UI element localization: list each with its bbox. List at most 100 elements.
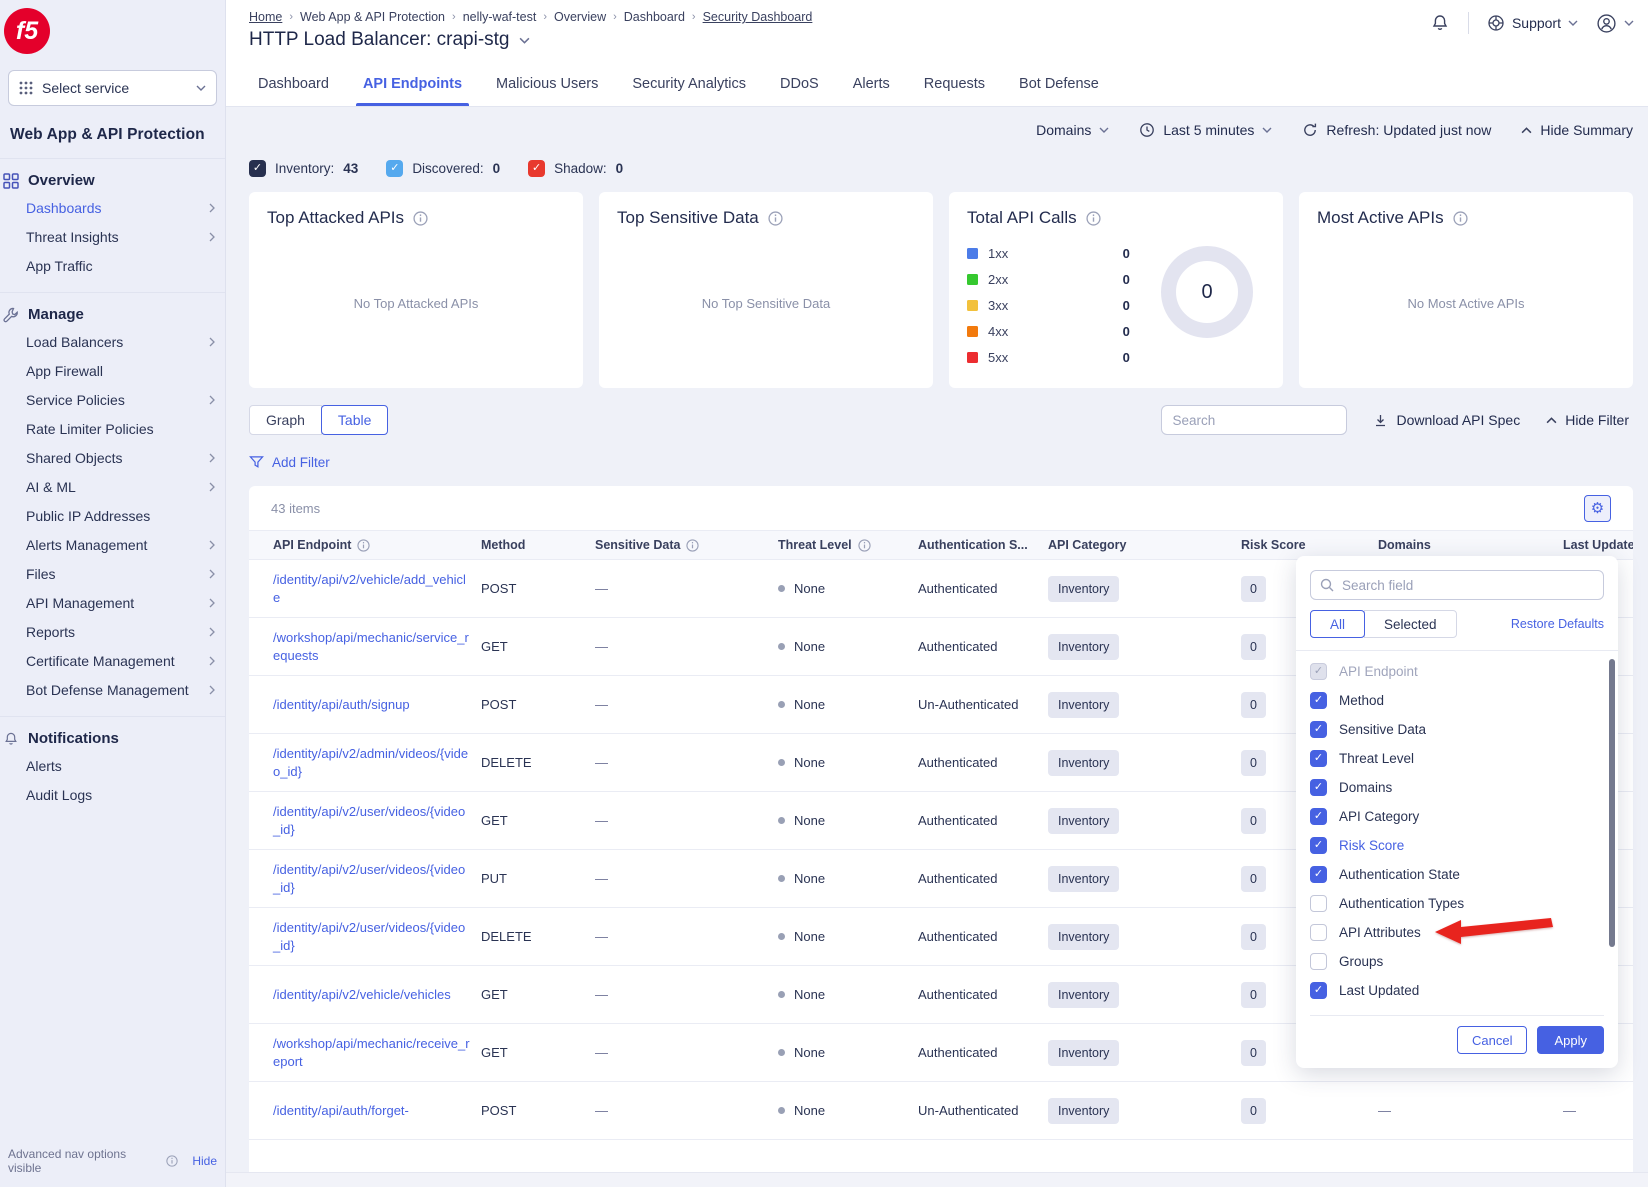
api-endpoint-link[interactable]: /identity/api/auth/signup [273, 696, 410, 713]
column-header-method[interactable]: Method [481, 538, 595, 552]
graph-view-button[interactable]: Graph [249, 405, 322, 435]
column-option-api-category[interactable]: ✓API Category [1296, 802, 1618, 831]
column-option-domains[interactable]: ✓Domains [1296, 773, 1618, 802]
sidebar-item-files[interactable]: Files [0, 559, 225, 588]
checkbox-checked-icon[interactable]: ✓ [1310, 779, 1327, 796]
breadcrumb-item-overview[interactable]: Overview [554, 10, 606, 24]
apply-button[interactable]: Apply [1537, 1026, 1604, 1054]
notifications-bell-icon[interactable] [1430, 13, 1450, 33]
search-input[interactable] [1172, 413, 1336, 428]
filter-shadow[interactable]: ✓Shadow: 0 [528, 160, 623, 177]
info-icon[interactable] [413, 211, 428, 226]
api-endpoint-link[interactable]: /workshop/api/mechanic/service_requests [273, 629, 471, 663]
sidebar-item-shared-objects[interactable]: Shared Objects [0, 443, 225, 472]
filter-all-button[interactable]: All [1310, 610, 1365, 638]
sidebar-item-public-ip-addresses[interactable]: Public IP Addresses [0, 501, 225, 530]
download-api-spec-button[interactable]: Download API Spec [1373, 412, 1520, 428]
filter-discovered[interactable]: ✓Discovered: 0 [386, 160, 500, 177]
select-service-dropdown[interactable]: Select service [8, 70, 217, 106]
checkbox-unchecked-icon[interactable] [1310, 924, 1327, 941]
checkbox-checked-icon[interactable]: ✓ [1310, 692, 1327, 709]
checkbox-checked-icon[interactable]: ✓ [1310, 982, 1327, 999]
info-icon[interactable] [1086, 211, 1101, 226]
column-header-sensitive-data[interactable]: Sensitive Data [595, 538, 778, 552]
checkbox-checked-icon[interactable]: ✓ [1310, 721, 1327, 738]
api-endpoint-link[interactable]: /identity/api/v2/vehicle/vehicles [273, 986, 451, 1003]
horizontal-scrollbar-track[interactable] [226, 1172, 1648, 1187]
column-settings-gear-button[interactable]: ⚙ [1584, 495, 1611, 522]
tab-dashboard[interactable]: Dashboard [241, 62, 346, 106]
domains-dropdown[interactable]: Domains [1036, 122, 1109, 138]
column-option-sensitive-data[interactable]: ✓Sensitive Data [1296, 715, 1618, 744]
support-menu[interactable]: Support [1487, 14, 1578, 32]
column-option-groups[interactable]: Groups [1296, 947, 1618, 976]
api-endpoint-link[interactable]: /identity/api/v2/admin/videos/{video_id} [273, 745, 471, 779]
field-search-input[interactable] [1342, 578, 1594, 593]
column-option-authentication-types[interactable]: Authentication Types [1296, 889, 1618, 918]
info-icon[interactable] [858, 539, 871, 552]
sidebar-item-alerts-management[interactable]: Alerts Management [0, 530, 225, 559]
breadcrumb-item-security-dashboard[interactable]: Security Dashboard [703, 10, 813, 24]
api-endpoint-link[interactable]: /identity/api/v2/user/videos/{video_id} [273, 919, 471, 953]
sidebar-item-dashboards[interactable]: Dashboards [0, 193, 225, 222]
title-chevron-down-icon[interactable] [519, 37, 530, 44]
column-header-domains[interactable]: Domains [1378, 538, 1563, 552]
api-endpoint-link[interactable]: /identity/api/v2/vehicle/add_vehicle [273, 571, 471, 605]
sidebar-item-certificate-management[interactable]: Certificate Management [0, 646, 225, 675]
column-header-api-endpoint[interactable]: API Endpoint [273, 538, 481, 552]
tab-requests[interactable]: Requests [907, 62, 1002, 106]
table-view-button[interactable]: Table [321, 405, 388, 435]
sidebar-item-service-policies[interactable]: Service Policies [0, 385, 225, 414]
checkbox-checked-icon[interactable]: ✓ [1310, 837, 1327, 854]
filter-selected-button[interactable]: Selected [1364, 610, 1457, 638]
info-icon[interactable] [357, 539, 370, 552]
panel-scrollbar[interactable] [1609, 659, 1615, 947]
field-search[interactable] [1310, 570, 1604, 600]
column-option-authentication-state[interactable]: ✓Authentication State [1296, 860, 1618, 889]
restore-defaults-link[interactable]: Restore Defaults [1511, 617, 1604, 631]
filter-inventory[interactable]: ✓Inventory: 43 [249, 160, 358, 177]
tab-security-analytics[interactable]: Security Analytics [615, 62, 763, 106]
checkbox-unchecked-icon[interactable] [1310, 895, 1327, 912]
cancel-button[interactable]: Cancel [1457, 1026, 1527, 1054]
tab-ddos[interactable]: DDoS [763, 62, 836, 106]
column-option-method[interactable]: ✓Method [1296, 686, 1618, 715]
checkbox-checked-icon[interactable]: ✓ [1310, 808, 1327, 825]
api-endpoint-link[interactable]: /identity/api/v2/user/videos/{video_id} [273, 861, 471, 895]
refresh-button[interactable]: Refresh: Updated just now [1302, 122, 1491, 138]
info-icon[interactable] [686, 539, 699, 552]
add-filter-button[interactable]: Add Filter [249, 450, 1633, 474]
info-icon[interactable] [768, 211, 783, 226]
checkbox-checked-icon[interactable]: ✓ [1310, 866, 1327, 883]
api-endpoint-link[interactable]: /identity/api/v2/user/videos/{video_id} [273, 803, 471, 837]
checkbox-unchecked-icon[interactable] [1310, 953, 1327, 970]
hide-summary-button[interactable]: Hide Summary [1521, 122, 1633, 138]
column-header-risk-score[interactable]: Risk Score [1241, 538, 1378, 552]
checkbox-checked-icon[interactable]: ✓ [1310, 750, 1327, 767]
account-menu[interactable] [1596, 13, 1634, 34]
breadcrumb-item-web-app-api-protection[interactable]: Web App & API Protection [300, 10, 445, 24]
sidebar-item-load-balancers[interactable]: Load Balancers [0, 327, 225, 356]
api-endpoint-link[interactable]: /identity/api/auth/forget- [273, 1102, 409, 1119]
info-icon[interactable] [1453, 211, 1468, 226]
sidebar-item-rate-limiter-policies[interactable]: Rate Limiter Policies [0, 414, 225, 443]
sidebar-item-app-firewall[interactable]: App Firewall [0, 356, 225, 385]
column-option-risk-score[interactable]: ✓Risk Score [1296, 831, 1618, 860]
column-header-last-updated[interactable]: Last Updated [1563, 538, 1633, 552]
column-header-api-category[interactable]: API Category [1048, 538, 1241, 552]
sidebar-item-alerts[interactable]: Alerts [0, 751, 225, 780]
tab-bot-defense[interactable]: Bot Defense [1002, 62, 1116, 106]
sidebar-item-app-traffic[interactable]: App Traffic [0, 251, 225, 280]
hide-nav-link[interactable]: Hide [192, 1154, 217, 1168]
endpoint-search[interactable] [1161, 405, 1347, 435]
column-option-last-updated[interactable]: ✓Last Updated [1296, 976, 1618, 1005]
api-endpoint-link[interactable]: /workshop/api/mechanic/receive_report [273, 1035, 471, 1069]
time-range-dropdown[interactable]: Last 5 minutes [1139, 122, 1272, 138]
tab-malicious-users[interactable]: Malicious Users [479, 62, 615, 106]
tab-alerts[interactable]: Alerts [836, 62, 907, 106]
sidebar-item-audit-logs[interactable]: Audit Logs [0, 780, 225, 809]
f5-logo[interactable]: f5 [4, 8, 50, 54]
sidebar-item-api-management[interactable]: API Management [0, 588, 225, 617]
sidebar-item-threat-insights[interactable]: Threat Insights [0, 222, 225, 251]
breadcrumb-item-home[interactable]: Home [249, 10, 282, 24]
